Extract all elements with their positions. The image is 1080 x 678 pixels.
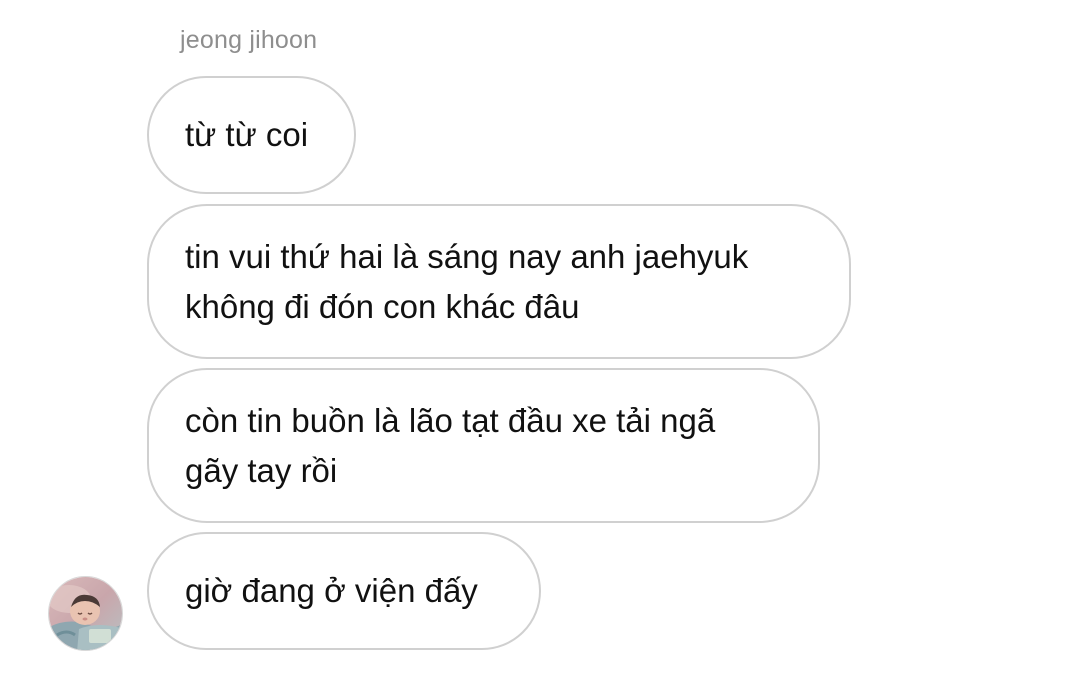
message-bubble[interactable]: từ từ coi [147,76,356,194]
baby-photo-avatar-icon [49,577,122,650]
chat-screen: jeong jihoon từ từ coi tin vui thứ hai l… [0,0,1080,678]
message-bubble[interactable]: giờ đang ở viện đấy [147,532,541,650]
message-bubble[interactable]: còn tin buồn là lão tạt đầu xe tải ngã g… [147,368,820,523]
sender-avatar[interactable] [48,576,123,651]
sender-name: jeong jihoon [180,26,318,54]
message-bubble[interactable]: tin vui thứ hai là sáng nay anh jaehyuk … [147,204,851,359]
